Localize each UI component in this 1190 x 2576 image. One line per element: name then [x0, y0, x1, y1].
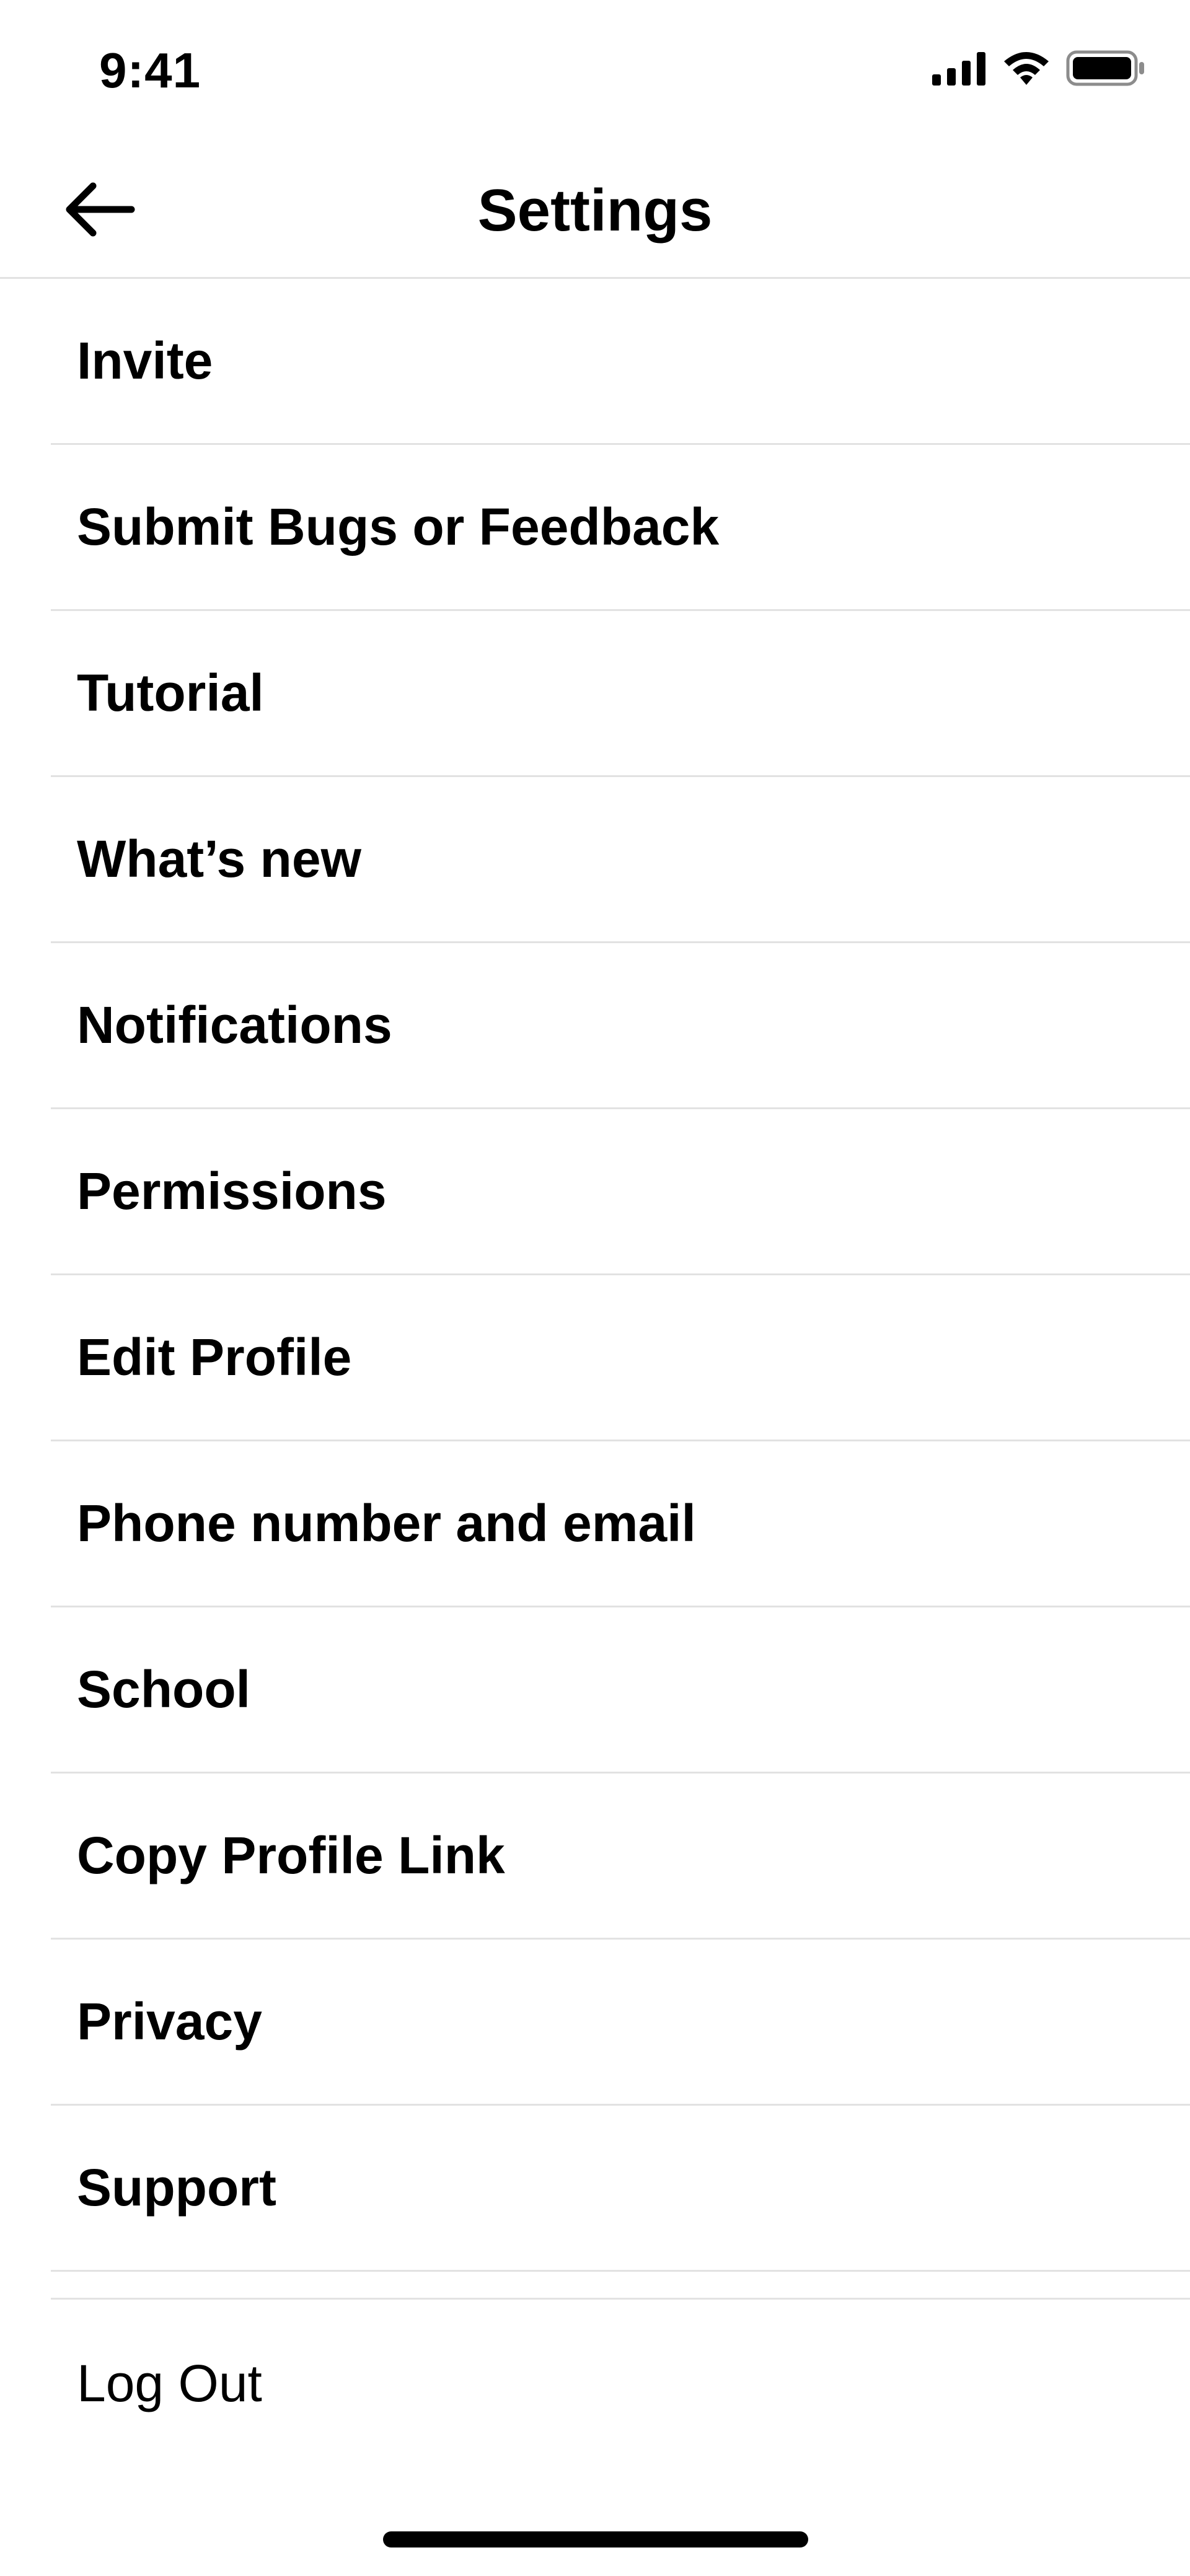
menu-item-label: What’s new [77, 830, 361, 888]
settings-menu: Invite Submit Bugs or Feedback Tutorial … [0, 279, 1190, 2272]
home-indicator[interactable] [383, 2531, 808, 2547]
menu-item-support[interactable]: Support [51, 2106, 1190, 2272]
menu-item-permissions[interactable]: Permissions [51, 1109, 1190, 1275]
menu-item-phone-email[interactable]: Phone number and email [51, 1441, 1190, 1607]
menu-item-invite[interactable]: Invite [51, 279, 1190, 445]
nav-bar: Settings [0, 143, 1190, 279]
menu-item-label: School [77, 1660, 251, 1718]
battery-icon [1066, 50, 1147, 90]
menu-item-edit-profile[interactable]: Edit Profile [51, 1275, 1190, 1441]
menu-item-label: Permissions [77, 1162, 387, 1220]
menu-item-tutorial[interactable]: Tutorial [51, 611, 1190, 777]
wifi-icon [1002, 50, 1051, 89]
menu-item-notifications[interactable]: Notifications [51, 943, 1190, 1109]
menu-item-label: Support [77, 2158, 276, 2217]
menu-item-label: Copy Profile Link [77, 1826, 505, 1884]
menu-item-label: Tutorial [77, 664, 264, 722]
menu-item-privacy[interactable]: Privacy [51, 1940, 1190, 2106]
logout-button[interactable]: Log Out [77, 2300, 262, 2467]
menu-item-label: Submit Bugs or Feedback [77, 498, 720, 556]
menu-item-copy-profile-link[interactable]: Copy Profile Link [51, 1774, 1190, 1940]
status-bar: 9:41 [0, 0, 1190, 143]
menu-item-label: Notifications [77, 996, 392, 1054]
status-icons [932, 50, 1147, 90]
logout-section: Log Out [51, 2298, 1190, 2465]
menu-item-label: Edit Profile [77, 1328, 352, 1386]
cellular-signal-icon [932, 51, 987, 89]
status-time: 9:41 [99, 43, 201, 98]
menu-item-submit-bugs-feedback[interactable]: Submit Bugs or Feedback [51, 445, 1190, 611]
menu-item-whats-new[interactable]: What’s new [51, 777, 1190, 943]
menu-item-label: Privacy [77, 1992, 262, 2051]
menu-item-label: Phone number and email [77, 1494, 696, 1552]
menu-item-label: Invite [77, 332, 213, 390]
menu-item-school[interactable]: School [51, 1607, 1190, 1774]
page-title: Settings [477, 177, 713, 244]
